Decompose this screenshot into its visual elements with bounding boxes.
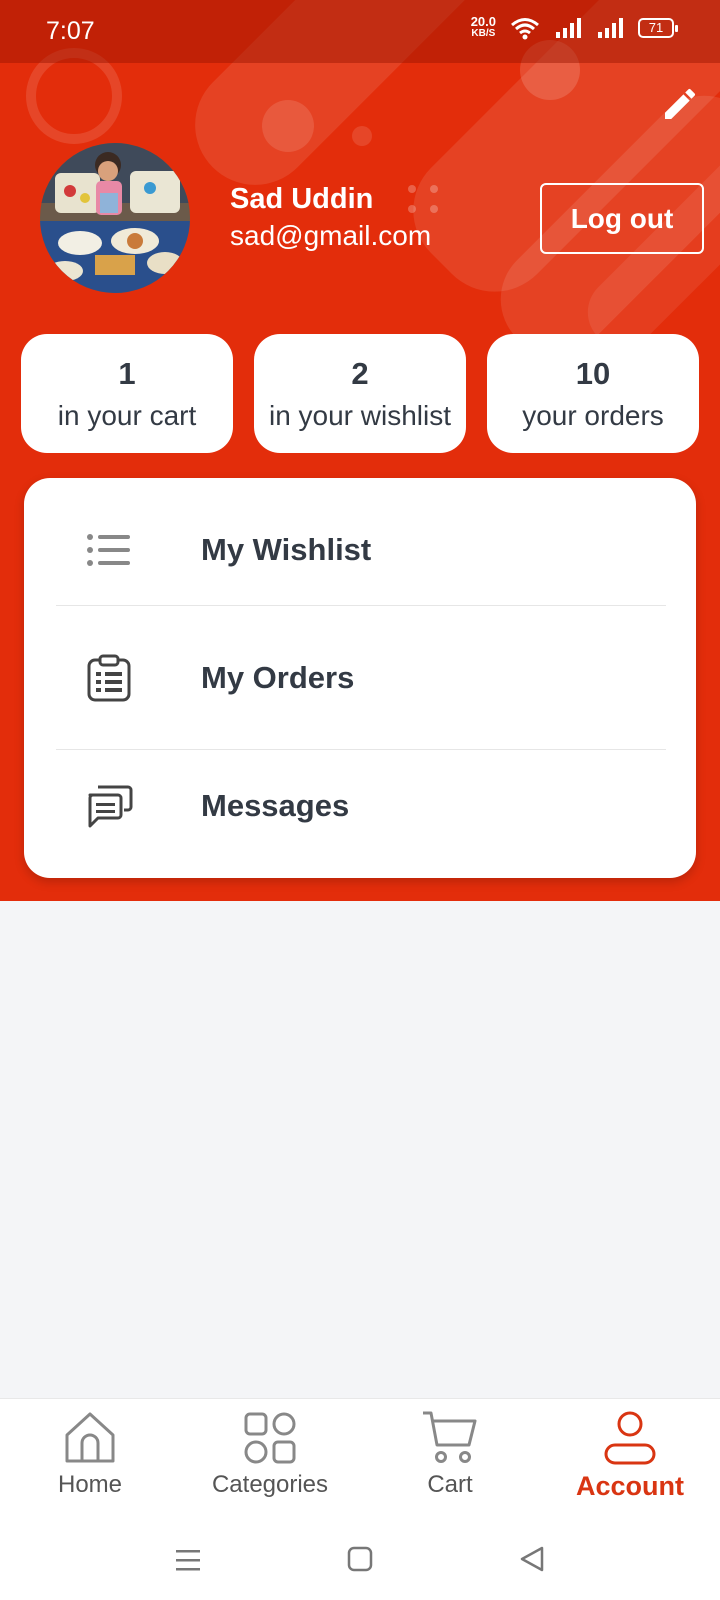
nav-label: Account (576, 1471, 684, 1501)
stat-count: 1 (118, 356, 136, 391)
stat-wishlist[interactable]: 2 in your wishlist (254, 334, 466, 453)
wifi-icon (511, 18, 539, 40)
list-icon (87, 534, 130, 566)
decor-dot (430, 185, 438, 193)
stat-cart[interactable]: 1 in your cart (21, 334, 233, 453)
decor-dot (262, 100, 314, 152)
menu-item-messages[interactable]: Messages (24, 734, 696, 878)
menu-item-label: My Orders (201, 660, 355, 695)
decor-dot (408, 205, 416, 213)
back-icon[interactable] (512, 1542, 552, 1578)
chat-icon (88, 785, 133, 828)
avatar-photo (40, 143, 190, 293)
net-speed-value: 20.0 (470, 14, 496, 29)
menu-item-wishlist[interactable]: My Wishlist (24, 478, 696, 622)
menu-item-orders[interactable]: My Orders (24, 606, 696, 750)
edit-icon[interactable] (660, 84, 700, 124)
menu-icon[interactable] (168, 1542, 208, 1578)
status-icons: 20.0 KB/S 71 (470, 14, 678, 40)
bottom-nav: Home Categories Cart Account (0, 1398, 720, 1520)
avatar[interactable] (40, 143, 190, 293)
decor-dot (352, 126, 372, 146)
nav-home[interactable]: Home (5, 1409, 175, 1519)
user-name: Sad Uddin (230, 183, 374, 215)
stat-count: 2 (351, 356, 369, 391)
nav-label: Categories (211, 1471, 329, 1498)
stat-label: in your wishlist (268, 400, 452, 431)
nav-label: Cart (427, 1471, 473, 1498)
home-square-icon[interactable] (340, 1542, 380, 1578)
nav-cart[interactable]: Cart (365, 1409, 535, 1519)
categories-icon (244, 1412, 296, 1464)
status-bar: 7:07 20.0 KB/S 71 (0, 0, 720, 63)
decor-dot (408, 185, 416, 193)
battery-icon: 71 (638, 18, 678, 38)
decor-dot (430, 205, 438, 213)
signal-icon (556, 18, 581, 38)
user-email: sad@gmail.com (230, 220, 432, 251)
signal-icon (598, 18, 623, 38)
stat-orders[interactable]: 10 your orders (487, 334, 699, 453)
menu-item-label: Messages (201, 788, 350, 823)
net-speed-unit: KB/S (471, 28, 496, 39)
account-menu: My Wishlist My Orders Messages (24, 478, 696, 878)
account-icon (604, 1411, 656, 1465)
profile-header: 7:07 20.0 KB/S 71 Sad Uddin sad@gmail.co… (0, 0, 720, 901)
nav-account[interactable]: Account (545, 1409, 715, 1519)
net-speed: 20.0 KB/S (470, 14, 496, 40)
status-time: 7:07 (46, 17, 95, 45)
stat-count: 10 (575, 356, 611, 391)
system-nav-bar (0, 1520, 720, 1600)
clipboard-list-icon (87, 654, 131, 702)
menu-item-label: My Wishlist (201, 532, 372, 567)
home-icon (65, 1412, 115, 1463)
stat-label: in your cart (57, 400, 197, 431)
nav-categories[interactable]: Categories (185, 1409, 355, 1519)
logout-button[interactable]: Log out (540, 183, 704, 254)
nav-label: Home (57, 1471, 123, 1498)
cart-icon (423, 1411, 477, 1463)
stat-label: your orders (522, 400, 664, 431)
